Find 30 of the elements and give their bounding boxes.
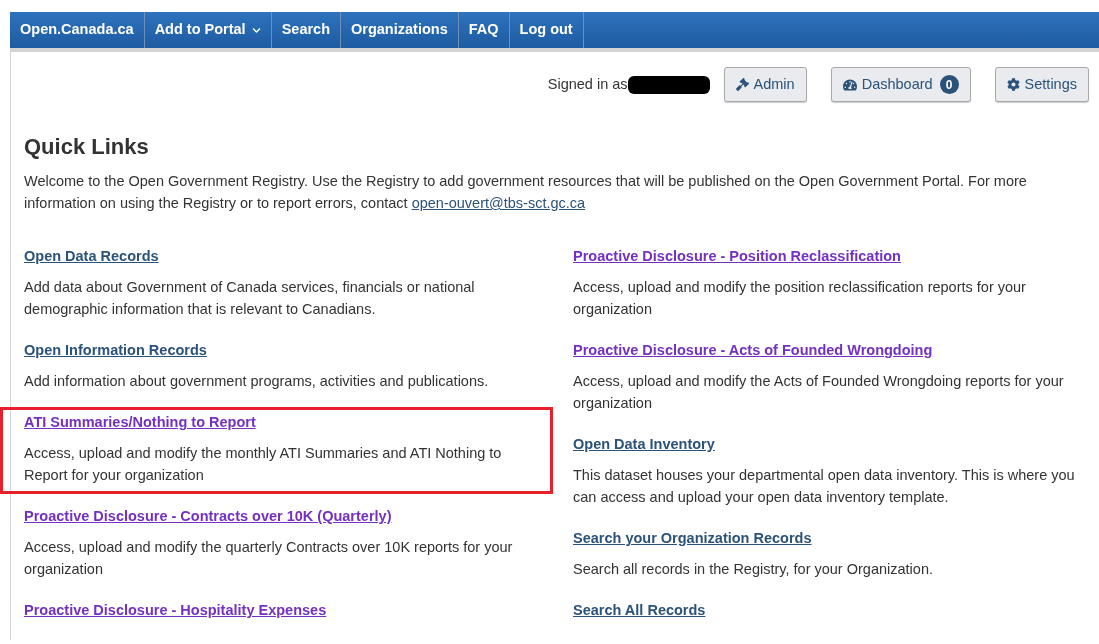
quick-link[interactable]: Proactive Disclosure - Hospitality Expenses	[24, 602, 327, 618]
link-description: Add data about Government of Canada services, financials or national demographic information that is relevant to Canadians.	[24, 278, 476, 319]
count-badge: 0	[939, 75, 959, 94]
gavel-icon	[735, 78, 749, 91]
page-title: Quick Links	[24, 133, 150, 161]
quick-link[interactable]: Proactive Disclosure - Position Reclassification	[573, 248, 901, 264]
chevron-down-icon	[251, 25, 261, 35]
dashboard-button[interactable]: Dashboard 0	[830, 67, 971, 102]
admin-button[interactable]: Admin	[723, 67, 807, 102]
signed-in-label: Signed in as	[547, 74, 628, 94]
link-description: Search all records in the Registry, for your Organization.	[573, 560, 934, 579]
link-description: Access, upload and modify the quarterly Contracts over 10K reports for your organization	[24, 538, 514, 579]
quick-link[interactable]: Open Data Records	[24, 248, 159, 264]
settings-button[interactable]: Settings	[994, 67, 1089, 102]
link-description: Access, upload and modify the monthly ATI Summaries and ATI Nothing to Report for your organization	[24, 444, 503, 485]
link-description: Access, upload and modify the position reclassification reports for your organization	[573, 278, 1027, 319]
quick-link[interactable]: ATI Summaries/Nothing to Report	[24, 414, 256, 430]
quick-link[interactable]: Search your Organization Records	[573, 530, 812, 546]
email-link[interactable]: open-ouvert@tbs-sct.gc.ca	[411, 195, 586, 211]
link-description: This dataset houses your departmental open data inventory. This is where you can access and upload your open data inventory template.	[573, 466, 1076, 507]
quick-link[interactable]: Search All Records	[573, 602, 706, 618]
quick-link[interactable]: Proactive Disclosure - Contracts over 10K (Quarterly)	[24, 508, 392, 524]
link-description: Access, upload and modify the Acts of Founded Wrongdoing reports for your organization	[573, 372, 1065, 413]
intro-paragraph: Welcome to the Open Government Registry. Use the Registry to add government resources that will be published on the Open Government Portal. For more information on using the Registry or to report errors, contact open-ouvert@tbs-sct.gc.ca	[24, 172, 1028, 213]
gauge-icon	[842, 77, 857, 92]
quick-link[interactable]: Proactive Disclosure - Acts of Founded Wrongdoing	[573, 342, 933, 358]
quick-link[interactable]: Open Information Records	[24, 342, 207, 358]
settings-icon	[1006, 78, 1020, 91]
link-description: Add information about government programs, activities and publications.	[24, 372, 490, 391]
quick-link[interactable]: Open Data Inventory	[573, 436, 715, 452]
